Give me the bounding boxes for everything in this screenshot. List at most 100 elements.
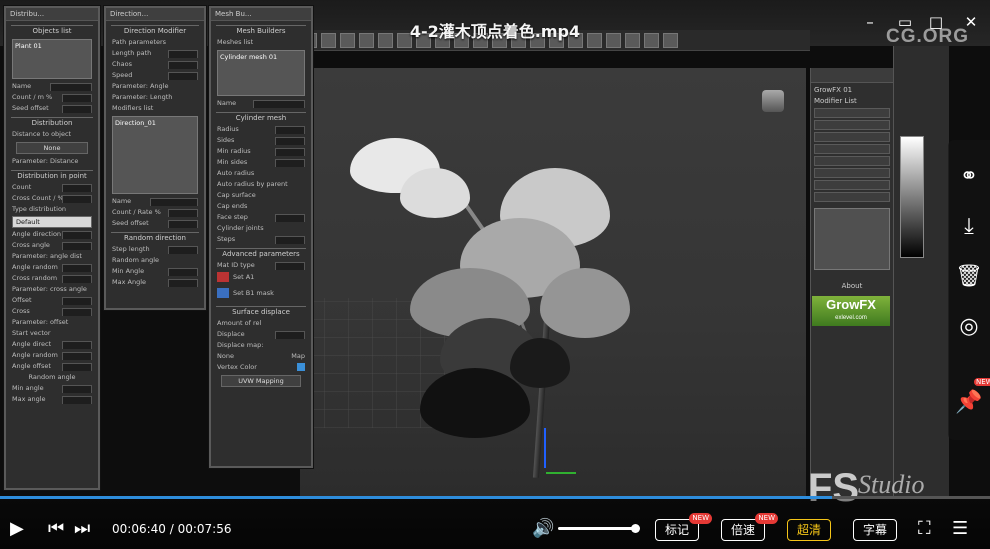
meshes-list[interactable]: Cylinder mesh 01 <box>217 50 305 96</box>
section-header[interactable]: Advanced parameters <box>216 248 306 259</box>
speed-field[interactable] <box>168 72 198 80</box>
modifier-button[interactable] <box>814 156 890 166</box>
3d-viewport[interactable] <box>300 68 806 498</box>
angle-field[interactable] <box>62 231 92 239</box>
count2-field[interactable] <box>62 184 92 192</box>
auto-by-parent-checkbox[interactable]: Auto radius by parent <box>217 180 305 189</box>
about-section[interactable]: About <box>814 282 890 290</box>
name-field[interactable] <box>50 83 92 91</box>
section-header[interactable]: Mesh Builders <box>216 25 306 36</box>
modifier-button[interactable] <box>814 120 890 130</box>
material-icon[interactable] <box>217 288 229 298</box>
panel-title[interactable]: Mesh Bu... <box>211 8 311 21</box>
mat-field[interactable] <box>275 262 305 270</box>
volume-icon[interactable]: 🔊 <box>532 518 554 539</box>
offset-field[interactable] <box>62 297 92 305</box>
min-sides-field[interactable] <box>275 159 305 167</box>
modifiers-list[interactable]: Direction_01 <box>112 116 198 194</box>
delete-icon[interactable]: 🗑 <box>948 256 990 298</box>
field-label[interactable]: Parameter: Angle <box>112 82 198 91</box>
cross-field[interactable] <box>62 195 92 203</box>
quality-button[interactable]: 超清 <box>787 519 831 541</box>
progress-bar[interactable] <box>0 496 990 499</box>
next-icon[interactable]: ⏭ <box>74 518 90 539</box>
modifier-stack[interactable] <box>814 208 890 270</box>
section-header[interactable]: Cylinder mesh <box>216 112 306 123</box>
fullscreen-icon[interactable]: ⛶ <box>918 518 931 539</box>
restore-icon[interactable]: ▭ <box>897 14 913 30</box>
spline-button[interactable]: None <box>16 142 88 154</box>
section-header[interactable]: Surface displace <box>216 306 306 317</box>
volume-slider[interactable] <box>558 524 640 533</box>
panel-title[interactable]: Direction... <box>106 8 204 21</box>
auto-radius-checkbox[interactable]: Auto radius <box>217 169 305 178</box>
face-field[interactable] <box>275 214 305 222</box>
min-field[interactable] <box>62 385 92 393</box>
viewcube-icon[interactable] <box>762 90 784 112</box>
subtitle-button[interactable]: 字幕 <box>853 519 897 541</box>
uvw-mapping-button[interactable]: UVW Mapping <box>221 375 301 387</box>
min-radius-field[interactable] <box>275 148 305 156</box>
panel-title[interactable]: Distribu... <box>6 8 98 21</box>
modifier-button[interactable] <box>814 108 890 118</box>
step-field[interactable] <box>168 246 198 254</box>
focus-icon[interactable]: ◎ <box>948 306 990 348</box>
download-icon[interactable]: ⤓ <box>948 206 990 248</box>
pin-icon[interactable]: 📌 <box>948 382 990 424</box>
min-field[interactable] <box>168 268 198 276</box>
seed-field[interactable] <box>168 220 198 228</box>
section-header[interactable]: Objects list <box>11 25 93 36</box>
vertex-color-swatch[interactable] <box>297 363 305 371</box>
modifier-button[interactable] <box>814 192 890 202</box>
command-panel-tabs[interactable] <box>811 68 893 83</box>
angle-rnd-field[interactable] <box>62 352 92 360</box>
joint-field[interactable] <box>275 236 305 244</box>
section-header[interactable]: Distribution in point <box>11 170 93 181</box>
radius-field[interactable] <box>275 126 305 134</box>
cap-ends-checkbox[interactable]: Cap ends <box>217 202 305 211</box>
length-field[interactable] <box>168 50 198 58</box>
field-label[interactable]: Parameter: Distance <box>12 157 92 166</box>
modifier-button[interactable] <box>814 132 890 142</box>
cylinder-joints-checkbox[interactable]: Cylinder joints <box>217 224 305 233</box>
max-field[interactable] <box>168 279 198 287</box>
gizmo-axis-z[interactable] <box>544 428 546 468</box>
modifier-button[interactable] <box>814 144 890 154</box>
section-header[interactable]: Random direction <box>111 232 199 243</box>
list-item[interactable]: Cylinder mesh 01 <box>220 53 302 62</box>
object-name-field[interactable]: GrowFX 01 <box>814 86 890 94</box>
chaos-field[interactable] <box>168 61 198 69</box>
name-field[interactable] <box>150 198 198 206</box>
seed-field[interactable] <box>62 105 92 113</box>
gradient-ramp[interactable] <box>900 136 924 258</box>
angle-ofs-field[interactable] <box>62 363 92 371</box>
speed-button[interactable]: 倍速 NEW <box>721 513 778 541</box>
objects-list[interactable]: Plant 01 <box>12 39 92 79</box>
field-label[interactable]: Parameter: offset <box>12 318 92 327</box>
type-dropdown[interactable]: Default <box>12 216 92 228</box>
maximize-icon[interactable]: □ <box>928 14 944 30</box>
count-field[interactable] <box>168 209 198 217</box>
field-label[interactable]: Parameter: angle dist <box>12 252 92 261</box>
cross2-field[interactable] <box>62 308 92 316</box>
share-icon[interactable]: ⚭ <box>948 156 990 198</box>
modifier-button[interactable] <box>814 168 890 178</box>
minimize-icon[interactable]: – <box>862 14 878 30</box>
list-item[interactable]: Direction_01 <box>115 119 195 128</box>
displace-field[interactable] <box>275 331 305 339</box>
menu-icon[interactable]: ☰ <box>952 518 968 539</box>
map-button[interactable]: None <box>217 352 234 360</box>
max-field[interactable] <box>62 396 92 404</box>
section-header[interactable]: Direction Modifier <box>111 25 199 36</box>
mark-button[interactable]: 标记 NEW <box>655 513 712 541</box>
cross-angle-field[interactable] <box>62 242 92 250</box>
angle-rand-field[interactable] <box>62 264 92 272</box>
list-item[interactable]: Plant 01 <box>15 42 89 51</box>
close-icon[interactable]: ✕ <box>963 14 979 30</box>
gizmo-axis-y[interactable] <box>546 472 576 474</box>
modifier-button[interactable] <box>814 180 890 190</box>
field-label[interactable]: Parameter: cross angle <box>12 285 92 294</box>
sides-field[interactable] <box>275 137 305 145</box>
field-label[interactable]: Parameter: Length <box>112 93 198 102</box>
volume-knob[interactable] <box>631 524 640 533</box>
